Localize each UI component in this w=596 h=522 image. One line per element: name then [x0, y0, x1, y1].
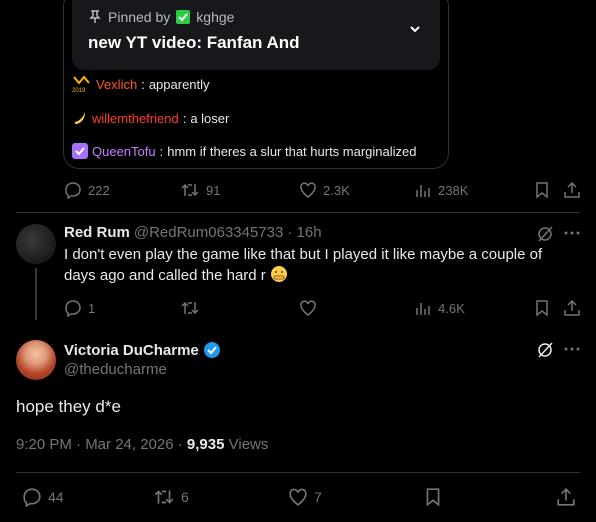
repost-button[interactable]: 6 [153, 487, 189, 507]
chat-message: 2019 Vexlich: apparently [72, 75, 210, 93]
share-icon[interactable] [556, 487, 576, 507]
like-count: 2.3K [323, 182, 350, 198]
grok-icon[interactable] [536, 341, 554, 359]
reply-icon [64, 299, 82, 317]
verified-badge-icon [203, 341, 221, 359]
repost-button[interactable] [180, 299, 200, 317]
checkbox-badge-icon [72, 143, 88, 159]
more-options-icon[interactable] [563, 340, 581, 358]
reply-count: 44 [48, 489, 64, 505]
reply-icon [64, 181, 82, 199]
reply-icon [22, 487, 42, 507]
heart-icon [299, 299, 317, 317]
thread-line [35, 268, 37, 320]
chat-sep: : [141, 76, 145, 92]
heart-icon [299, 181, 317, 199]
bookmark-icon[interactable] [533, 181, 551, 199]
pinned-meta: Pinned by kghge [88, 9, 234, 25]
handle[interactable]: @theducharme [64, 361, 167, 378]
pinned-label: Pinned by [108, 9, 171, 25]
views-button[interactable]: 4.6K [414, 299, 465, 317]
pinned-user: kghge [196, 9, 235, 25]
reply-button[interactable]: 222 [64, 181, 110, 199]
reply-button[interactable]: 44 [22, 487, 64, 507]
repost-icon [180, 299, 200, 317]
divider [16, 472, 580, 473]
views-count: 9,935 [186, 436, 225, 453]
post-meta: 9:20 PM · Mar 24, 2026 · 9,935 Views [16, 436, 268, 453]
bookmark-icon[interactable] [533, 299, 551, 317]
grok-icon[interactable] [536, 225, 554, 243]
reply-count: 222 [88, 182, 110, 198]
repost-button[interactable]: 91 [180, 181, 220, 199]
badge-year: 2019 [72, 88, 86, 93]
views-label: Views [224, 436, 269, 453]
chevron-down-icon[interactable] [408, 22, 422, 36]
chat-text: apparently [148, 76, 210, 92]
banana-icon [72, 110, 88, 126]
like-count: 7 [314, 489, 322, 505]
chat-username[interactable]: Vexlich [96, 77, 137, 92]
year-badge-icon: 2019 [72, 75, 92, 93]
like-button[interactable]: 2.3K [299, 181, 350, 199]
embedded-media-card[interactable]: Pinned by kghge new YT video: Fanfan And… [63, 0, 449, 169]
reply-text: I don't even play the game like that but… [64, 245, 564, 286]
chat-message: willemthefriend: a loser [72, 110, 229, 126]
pin-icon [88, 10, 102, 24]
handle[interactable]: @RedRum063345733 [134, 224, 284, 241]
pinned-title: new YT video: Fanfan And [88, 33, 300, 52]
reply-header: Red Rum @RedRum063345733 · 16h [64, 224, 322, 241]
avatar[interactable] [16, 224, 56, 264]
views-button[interactable]: 238K [414, 181, 468, 199]
chat-sep: : [182, 110, 187, 126]
post-timestamp[interactable]: 9:20 PM · Mar 24, 2026 · [16, 436, 187, 453]
reply-button[interactable]: 1 [64, 299, 95, 317]
more-options-icon[interactable] [563, 224, 581, 242]
timestamp[interactable]: · 16h [287, 224, 321, 241]
avatar[interactable] [16, 340, 56, 380]
views-icon [414, 299, 432, 317]
share-icon[interactable] [563, 299, 581, 317]
reply-text-content: I don't even play the game like that but… [64, 246, 543, 284]
repost-count: 91 [206, 182, 221, 198]
views-count: 4.6K [438, 300, 465, 316]
reply-count: 1 [88, 300, 96, 316]
emoji-icon [270, 265, 288, 283]
chat-sep: : [159, 143, 164, 159]
post-text: hope they d*e [16, 397, 121, 416]
chat-message: QueenTofu: hmm if theres a slur that hur… [72, 143, 417, 159]
author-name-row: Victoria DuCharme [64, 341, 221, 359]
chat-text: a loser [190, 110, 230, 126]
views-count: 238K [438, 182, 469, 198]
display-name[interactable]: Victoria DuCharme [64, 342, 199, 359]
heart-icon [288, 487, 308, 507]
display-name[interactable]: Red Rum [64, 224, 130, 241]
bookmark-icon[interactable] [423, 487, 443, 507]
chat-username[interactable]: QueenTofu [92, 144, 156, 159]
repost-icon [153, 487, 175, 507]
views-icon [414, 181, 432, 199]
repost-icon [180, 181, 200, 199]
repost-count: 6 [181, 489, 189, 505]
share-icon[interactable] [563, 181, 581, 199]
checkmark-badge-icon [176, 10, 191, 24]
like-button[interactable]: 7 [288, 487, 322, 507]
like-button[interactable] [299, 299, 317, 317]
chat-username[interactable]: willemthefriend [92, 111, 179, 126]
divider [16, 212, 580, 213]
pinned-message[interactable]: Pinned by kghge new YT video: Fanfan And [72, 0, 440, 70]
chat-text: hmm if theres a slur that hurts marginal… [167, 143, 417, 159]
